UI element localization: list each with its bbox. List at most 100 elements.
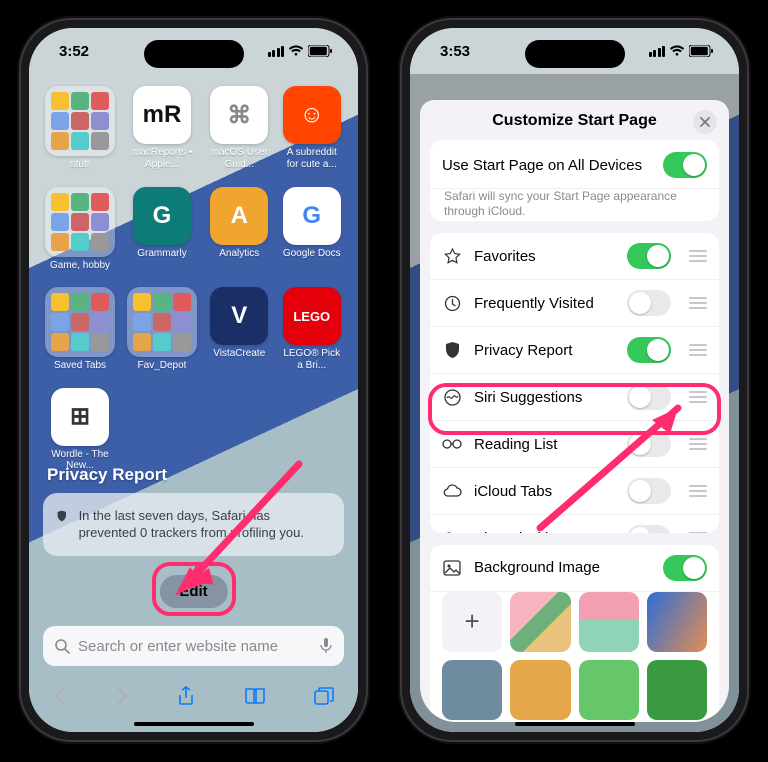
background-tile[interactable] — [442, 660, 502, 720]
phone-right: 3:53 Customize Start Page Use Start Pa — [400, 18, 749, 742]
row-icloud-tabs[interactable]: iCloud Tabs — [430, 468, 719, 515]
forward-icon[interactable] — [115, 687, 129, 705]
toggle[interactable] — [627, 337, 671, 363]
app-icon[interactable]: GGrammarly — [127, 187, 197, 272]
toggle[interactable] — [627, 478, 671, 504]
image-icon — [442, 560, 462, 576]
row-reading-list[interactable]: Reading List — [430, 421, 719, 468]
app-icon[interactable]: ☺A subreddit for cute a... — [282, 86, 343, 171]
drag-handle-icon[interactable] — [689, 250, 707, 262]
drag-handle-icon[interactable] — [689, 391, 707, 403]
background-tile[interactable] — [579, 592, 639, 652]
app-label: stuff — [71, 159, 90, 171]
sheet-title: Customize Start Page — [492, 112, 656, 130]
row-background-image[interactable]: Background Image — [430, 545, 719, 592]
app-grid: stuff mRmacReports • Apple...⌘macOS User … — [45, 86, 342, 472]
customize-sheet: Customize Start Page Use Start Page on A… — [420, 100, 729, 722]
app-label: Game, hobby — [50, 260, 110, 272]
drag-handle-icon[interactable] — [689, 344, 707, 356]
background-image-label: Background Image — [474, 559, 651, 576]
row-shared-with-you[interactable]: Shared with You — [430, 515, 719, 532]
row-frequently-visited[interactable]: Frequently Visited — [430, 280, 719, 327]
shield-icon — [57, 507, 67, 525]
background-tile[interactable] — [510, 660, 570, 720]
clock-icon — [442, 295, 462, 312]
row-siri-suggestions[interactable]: Siri Suggestions — [430, 374, 719, 421]
sheet-header: Customize Start Page — [420, 100, 729, 140]
people-icon — [442, 531, 462, 533]
app-icon[interactable]: ⊞Wordle - The New... — [45, 388, 115, 472]
row-label: Favorites — [474, 248, 615, 265]
app-label: Grammarly — [137, 248, 186, 260]
close-icon — [700, 117, 710, 127]
app-label: macOS User Guid... — [209, 147, 270, 170]
options-list: Favorites Frequently Visited Privacy Repor… — [430, 233, 719, 532]
search-bar[interactable]: Search or enter website name — [43, 626, 344, 666]
privacy-report-card[interactable]: In the last seven days, Safari has preve… — [43, 493, 344, 556]
cloud-icon — [442, 484, 462, 498]
mic-icon[interactable] — [320, 638, 332, 654]
wifi-icon — [669, 45, 685, 57]
add-background-button[interactable]: + — [442, 592, 502, 652]
row-favorites[interactable]: Favorites — [430, 233, 719, 280]
edit-button[interactable]: Edit — [159, 575, 227, 608]
home-indicator[interactable] — [134, 722, 254, 726]
drag-handle-icon[interactable] — [689, 485, 707, 497]
home-indicator[interactable] — [515, 722, 635, 726]
row-label: Reading List — [474, 436, 615, 453]
back-icon[interactable] — [53, 687, 67, 705]
siri-icon — [442, 389, 462, 406]
row-label: Siri Suggestions — [474, 389, 615, 406]
star-icon — [442, 248, 462, 265]
drag-handle-icon[interactable] — [689, 438, 707, 450]
toggle[interactable] — [627, 431, 671, 457]
safari-toolbar — [29, 674, 358, 718]
row-privacy-report[interactable]: Privacy Report — [430, 327, 719, 374]
app-icon[interactable]: stuff — [45, 86, 115, 171]
toggle[interactable] — [627, 243, 671, 269]
status-indicators — [649, 45, 714, 57]
cellular-icon — [649, 46, 666, 57]
app-icon[interactable]: VVistaCreate — [209, 287, 270, 372]
row-label: Frequently Visited — [474, 295, 615, 312]
app-icon[interactable]: LEGOLEGO® Pick a Bri... — [282, 287, 343, 372]
background-tile[interactable] — [579, 660, 639, 720]
search-placeholder: Search or enter website name — [78, 638, 312, 655]
tabs-icon[interactable] — [314, 687, 334, 705]
glasses-icon — [442, 438, 462, 450]
app-icon[interactable]: Fav_Depot — [127, 287, 197, 372]
row-label: Shared with You — [474, 530, 615, 533]
phone-left: 3:52 stuff mRmacReports • Apple...⌘macOS … — [19, 18, 368, 742]
toggle-all-devices[interactable] — [663, 152, 707, 178]
dynamic-island — [144, 40, 244, 68]
toggle[interactable] — [627, 525, 671, 532]
app-label: Fav_Depot — [138, 360, 187, 372]
close-button[interactable] — [693, 110, 717, 134]
status-time: 3:52 — [59, 43, 89, 60]
share-icon[interactable] — [177, 686, 195, 706]
app-icon[interactable]: GGoogle Docs — [282, 187, 343, 272]
battery-icon — [689, 45, 713, 57]
toggle[interactable] — [627, 384, 671, 410]
privacy-report-title: Privacy Report — [47, 465, 344, 485]
app-label: macReports • Apple... — [127, 147, 197, 170]
app-label: Google Docs — [283, 248, 341, 260]
background-tile[interactable] — [510, 592, 570, 652]
app-icon[interactable]: Saved Tabs — [45, 287, 115, 372]
wifi-icon — [288, 45, 304, 57]
bookmarks-icon[interactable] — [244, 687, 266, 705]
privacy-report-text: In the last seven days, Safari has preve… — [79, 507, 330, 542]
status-time: 3:53 — [440, 43, 470, 60]
background-tile[interactable] — [647, 592, 707, 652]
app-icon[interactable]: ⌘macOS User Guid... — [209, 86, 270, 171]
app-icon[interactable]: mRmacReports • Apple... — [127, 86, 197, 171]
app-icon[interactable]: Game, hobby — [45, 187, 115, 272]
cellular-icon — [268, 46, 285, 57]
background-tile[interactable] — [647, 660, 707, 720]
toggle[interactable] — [627, 290, 671, 316]
app-label: Saved Tabs — [54, 360, 106, 372]
app-icon[interactable]: AAnalytics — [209, 187, 270, 272]
drag-handle-icon[interactable] — [689, 297, 707, 309]
toggle-background-image[interactable] — [663, 555, 707, 581]
row-all-devices[interactable]: Use Start Page on All Devices — [430, 142, 719, 189]
